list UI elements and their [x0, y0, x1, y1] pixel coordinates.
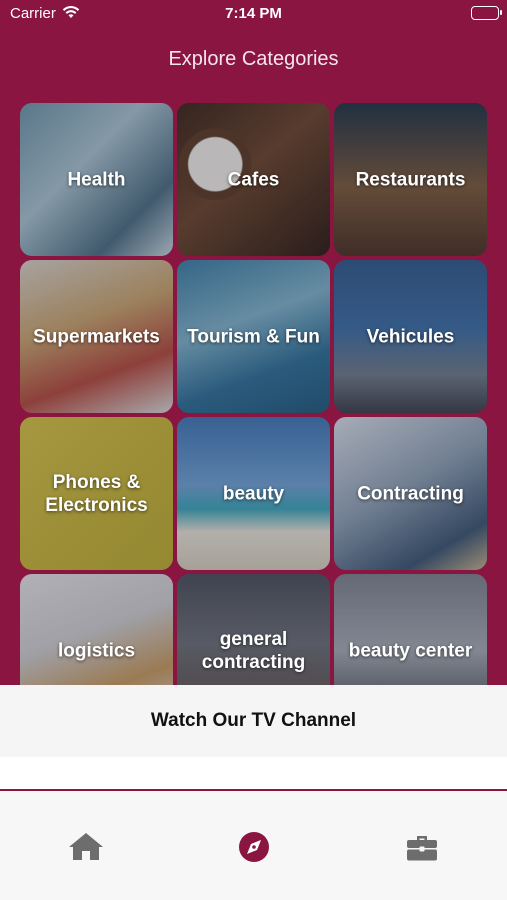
category-label: beauty: [222, 483, 285, 504]
category-tile-cafes[interactable]: Cafes: [177, 103, 330, 256]
category-tile-health[interactable]: Health: [20, 103, 173, 256]
spacer: [0, 757, 507, 789]
category-tile-phones[interactable]: Phones & Electronics: [20, 417, 173, 570]
category-tile-vehicules[interactable]: Vehicules: [334, 260, 487, 413]
category-label: general contracting: [201, 628, 306, 673]
status-time: 7:14 PM: [225, 5, 282, 22]
categories-screen: Carrier 7:14 PM Explore Categories Healt…: [0, 0, 507, 685]
category-tile-contracting[interactable]: Contracting: [334, 417, 487, 570]
category-tile-beauty[interactable]: beauty: [177, 417, 330, 570]
status-bar: Carrier 7:14 PM: [0, 0, 507, 28]
category-label: Supermarkets: [33, 326, 160, 347]
category-label: Vehicules: [366, 326, 455, 347]
category-label: Restaurants: [355, 169, 466, 190]
briefcase-icon: [402, 836, 442, 871]
home-icon: [66, 833, 106, 871]
compass-icon: [234, 832, 274, 871]
category-label: Tourism & Fun: [187, 326, 320, 347]
category-grid: Health Cafes Restaurants Supermarkets To…: [20, 103, 487, 685]
category-label: Health: [67, 169, 126, 190]
category-tile-logistics[interactable]: logistics: [20, 574, 173, 685]
category-tile-tourism[interactable]: Tourism & Fun: [177, 260, 330, 413]
tab-explore[interactable]: [234, 827, 274, 867]
page-title: Explore Categories: [168, 48, 339, 70]
watch-tv-channel-button[interactable]: Watch Our TV Channel: [0, 685, 507, 757]
category-label: Cafes: [227, 169, 280, 190]
category-label: beauty center: [348, 640, 473, 661]
category-label: Phones & Electronics: [45, 471, 148, 516]
category-tile-restaurants[interactable]: Restaurants: [334, 103, 487, 256]
tab-business[interactable]: [402, 827, 442, 867]
category-tile-general-contracting[interactable]: general contracting: [177, 574, 330, 685]
category-label: logistics: [57, 640, 136, 661]
tab-home[interactable]: [66, 827, 106, 867]
category-tile-beauty-center[interactable]: beauty center: [334, 574, 487, 685]
tab-bar: [0, 791, 507, 900]
battery-icon: [471, 6, 502, 20]
category-label: Contracting: [357, 483, 464, 504]
category-tile-supermarkets[interactable]: Supermarkets: [20, 260, 173, 413]
